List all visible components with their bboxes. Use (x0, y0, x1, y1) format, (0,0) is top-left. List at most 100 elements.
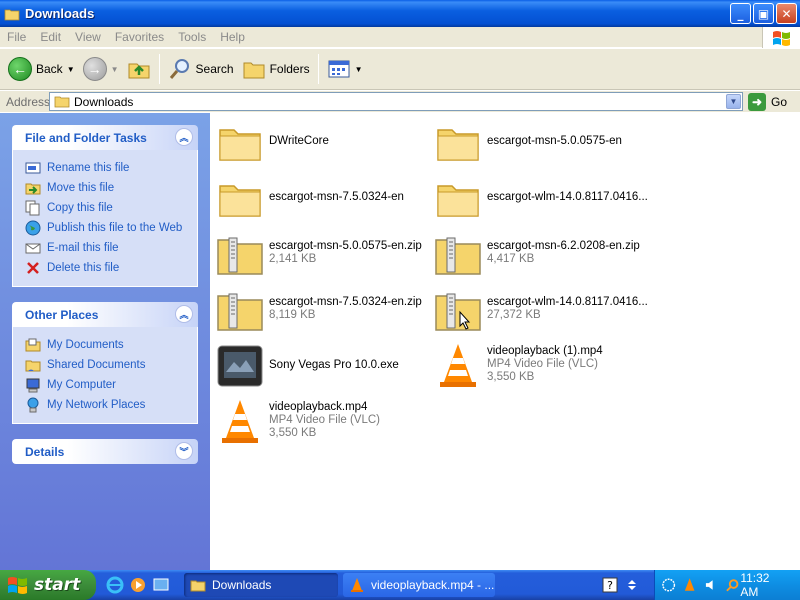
panel-title: File and Folder Tasks (25, 130, 147, 145)
back-button[interactable]: ← Back ▼ (4, 52, 79, 86)
file-item[interactable]: escargot-msn-7.5.0324-en.zip 8,119 KB (216, 286, 436, 336)
network-icon (25, 397, 41, 413)
up-button[interactable] (123, 52, 155, 86)
file-item[interactable]: DWriteCore (216, 118, 436, 168)
menu-bar: File Edit View Favorites Tools Help (0, 27, 800, 48)
chevron-down-icon[interactable]: ▼ (67, 65, 75, 74)
volume-icon[interactable] (704, 577, 719, 593)
task-email[interactable]: E-mail this file (25, 238, 197, 258)
place-my-network-places[interactable]: My Network Places (25, 395, 197, 415)
menu-tools[interactable]: Tools (171, 30, 213, 44)
file-item[interactable]: escargot-msn-5.0.0575-en (434, 118, 654, 168)
place-my-documents[interactable]: My Documents (25, 335, 197, 355)
search-label: Search (195, 62, 234, 76)
task-publish[interactable]: Publish this file to the Web (25, 218, 197, 238)
globe-icon (25, 220, 41, 236)
folders-label: Folders (269, 62, 310, 76)
views-button[interactable]: ▼ (323, 52, 367, 86)
title-bar[interactable]: Downloads _ ▣ ✕ (0, 0, 800, 27)
folder-up-icon (128, 63, 150, 79)
file-item[interactable]: escargot-msn-7.5.0324-en (216, 174, 436, 224)
file-name: escargot-msn-7.5.0324-en.zip (269, 296, 422, 308)
file-name: escargot-msn-5.0.0575-en (487, 135, 622, 147)
menu-favorites[interactable]: Favorites (108, 30, 171, 44)
tray-expand-icon[interactable] (626, 577, 638, 593)
help-icon[interactable]: ? (602, 577, 618, 593)
file-item[interactable]: escargot-msn-5.0.0575-en.zip 2,141 KB (216, 230, 436, 280)
delete-icon (25, 260, 41, 276)
place-shared-documents[interactable]: Shared Documents (25, 355, 197, 375)
panel-header[interactable]: Other Places ︽ (12, 302, 198, 327)
search-button[interactable]: Search (164, 52, 238, 86)
forward-button[interactable]: → ▼ (79, 52, 123, 86)
taskbar-task-downloads[interactable]: Downloads (184, 573, 338, 597)
taskbar-task-vlc[interactable]: videoplayback.mp4 - ... (343, 573, 495, 597)
collapse-icon[interactable]: ︽ (175, 128, 193, 146)
file-size: 27,372 KB (487, 309, 541, 321)
maximize-button[interactable]: ▣ (753, 3, 774, 24)
file-item[interactable]: Sony Vegas Pro 10.0.exe (216, 342, 436, 392)
file-view[interactable]: DWriteCore escargot-msn-5.0.0575-en esca… (210, 113, 800, 570)
toolbar-separator (317, 54, 319, 84)
file-name: videoplayback (1).mp4 (487, 345, 603, 357)
chevron-down-icon[interactable]: ▼ (111, 65, 119, 74)
task-delete[interactable]: Delete this file (25, 258, 197, 278)
file-item[interactable]: escargot-msn-6.2.0208-en.zip 4,417 KB (434, 230, 654, 280)
menu-help[interactable]: Help (213, 30, 252, 44)
folder-icon (4, 9, 20, 20)
file-item[interactable]: videoplayback.mp4 MP4 Video File (VLC) 3,5… (216, 398, 436, 448)
other-places-panel: Other Places ︽ My Documents Shared Docum… (12, 302, 198, 424)
back-label: Back (36, 62, 63, 76)
file-item[interactable]: escargot-wlm-14.0.8117.0416... (434, 174, 654, 224)
panel-header[interactable]: Details ︾ (12, 439, 198, 464)
folders-icon (243, 62, 265, 79)
panel-title: Details (25, 444, 65, 459)
show-desktop-icon[interactable] (152, 576, 170, 594)
go-button[interactable]: ➜ Go (748, 92, 787, 111)
file-name: escargot-msn-5.0.0575-en.zip (269, 240, 422, 252)
folder-icon (219, 129, 261, 161)
email-icon (25, 240, 41, 256)
start-button[interactable]: start (0, 570, 96, 600)
file-item[interactable]: videoplayback (1).mp4 MP4 Video File (VLC… (434, 342, 654, 392)
zip-folder-icon (435, 293, 481, 331)
taskbar: start Downloads videoplayback.mp4 - ... … (0, 570, 800, 600)
file-item[interactable]: escargot-wlm-14.0.8117.0416... 27,372 KB (434, 286, 654, 336)
panel-header[interactable]: File and Folder Tasks ︽ (12, 125, 198, 150)
minimize-button[interactable]: _ (730, 3, 751, 24)
menu-file[interactable]: File (0, 30, 33, 44)
forward-arrow-icon: → (82, 57, 107, 81)
task-rename[interactable]: Rename this file (25, 158, 197, 178)
collapse-icon[interactable]: ︽ (175, 305, 193, 323)
close-button[interactable]: ✕ (776, 3, 797, 24)
clock: 11:32 AM (740, 571, 770, 599)
network-tray-icon[interactable] (661, 577, 676, 593)
chevron-down-icon[interactable]: ▼ (726, 94, 741, 109)
address-bar: Address Downloads ▼ ➜ Go (0, 91, 800, 112)
address-field[interactable]: Downloads ▼ (49, 92, 743, 111)
details-panel: Details ︾ (12, 439, 198, 464)
start-label: start (34, 575, 81, 595)
internet-explorer-icon[interactable] (106, 576, 124, 594)
vlc-cone-icon (440, 344, 476, 387)
task-move[interactable]: Move this file (25, 178, 197, 198)
media-player-icon[interactable] (129, 576, 147, 594)
menu-edit[interactable]: Edit (33, 30, 68, 44)
address-label: Address (6, 94, 51, 109)
search-icon (169, 59, 189, 79)
zip-folder-icon (217, 237, 263, 275)
file-name: videoplayback.mp4 (269, 401, 368, 413)
search-tray-icon[interactable] (725, 577, 740, 593)
task-copy[interactable]: Copy this file (25, 198, 197, 218)
file-folder-tasks-panel: File and Folder Tasks ︽ Rename this file… (12, 125, 198, 287)
system-tray: 11:32 AM (654, 570, 800, 600)
file-name: escargot-wlm-14.0.8117.0416... (487, 296, 648, 308)
chevron-down-icon[interactable]: ▼ (355, 65, 363, 74)
go-arrow-icon: ➜ (748, 92, 766, 111)
vlc-tray-icon[interactable] (682, 577, 697, 593)
folders-button[interactable]: Folders (238, 52, 314, 86)
place-my-computer[interactable]: My Computer (25, 375, 197, 395)
expand-icon[interactable]: ︾ (175, 442, 193, 460)
toolbar: ← Back ▼ → ▼ Search Folders ▼ (0, 49, 800, 90)
menu-view[interactable]: View (68, 30, 108, 44)
